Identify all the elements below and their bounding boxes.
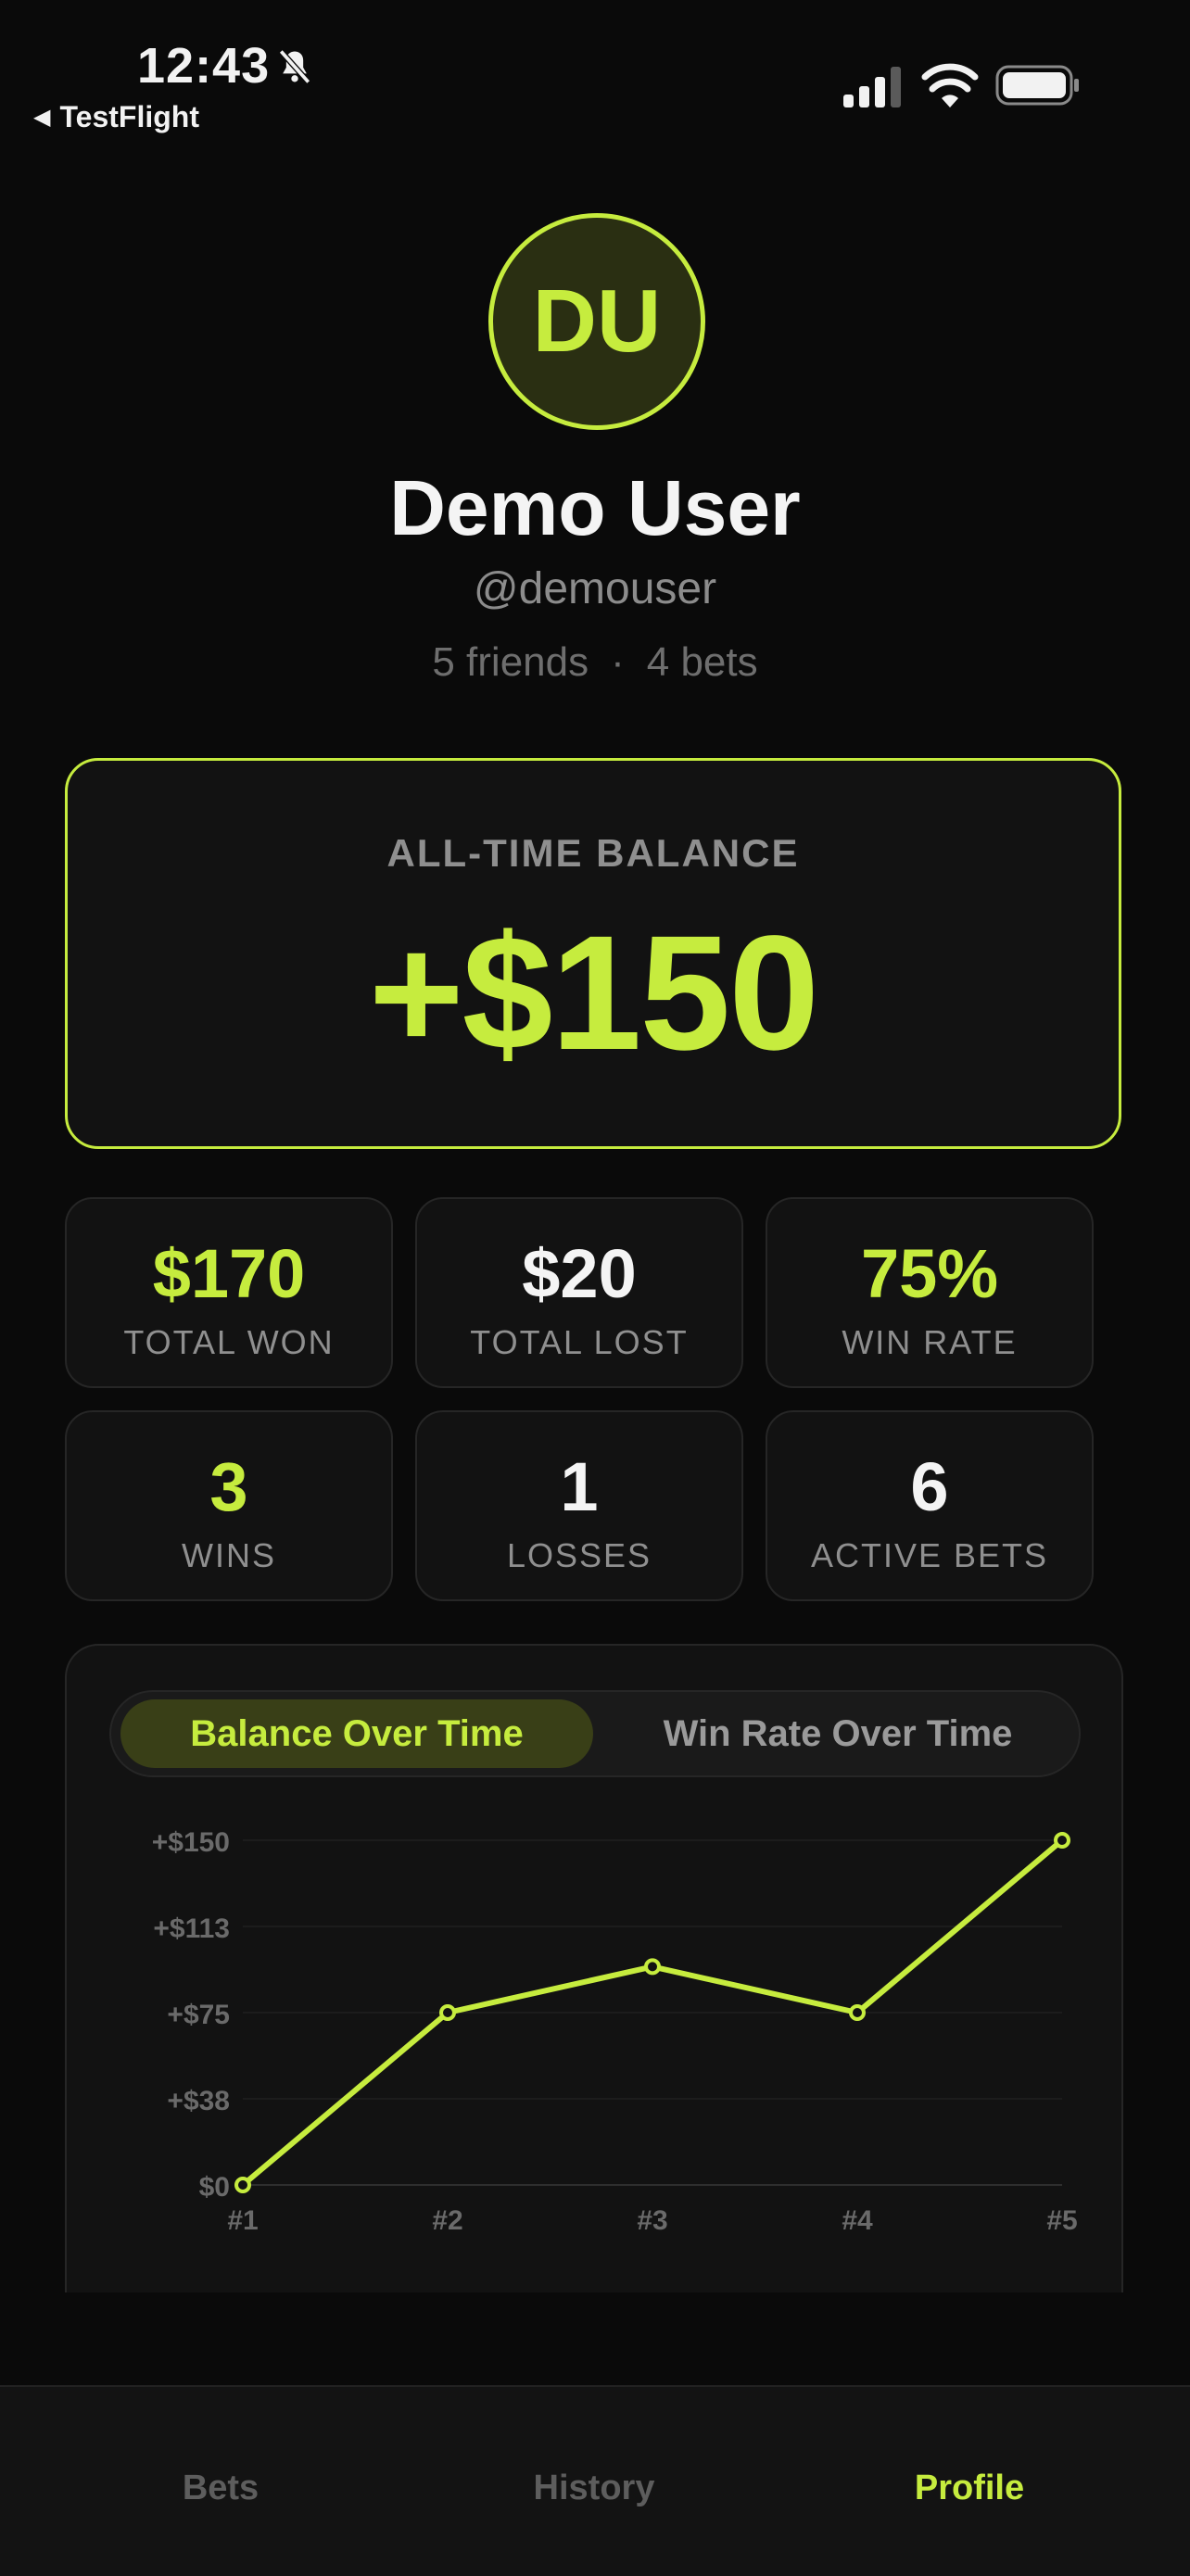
balance-label: ALL-TIME BALANCE [386,831,800,875]
chart-card: Balance Over Time Win Rate Over Time +$1… [65,1644,1123,2292]
avatar-initials: DU [532,271,662,371]
status-time: 12:43 [137,38,271,94]
back-label: TestFlight [59,100,199,133]
data-point [849,2004,866,2021]
y-tick-label: +$75 [167,2000,230,2030]
x-tick-label: #4 [842,2205,873,2236]
stat-active-bets: 6 ACTIVE BETS [766,1410,1094,1601]
stat-label: TOTAL WON [123,1323,335,1361]
data-point [439,2004,456,2021]
y-tick-label: $0 [199,2172,230,2203]
stat-win-rate: 75% WIN RATE [766,1197,1094,1388]
battery-icon [995,65,1079,106]
cellular-signal-icon [843,67,901,107]
stat-value: 3 [209,1448,248,1525]
x-tick-label: #2 [432,2205,462,2236]
stat-label: TOTAL LOST [470,1323,689,1361]
stat-label: WIN RATE [842,1323,1018,1361]
profile-handle: @demouser [473,564,717,613]
x-tick-label: #1 [227,2205,258,2236]
friends-count[interactable]: 5 friends [432,639,589,685]
data-point [234,2177,251,2193]
meta-separator: · [611,639,625,685]
wifi-icon [921,63,979,107]
avatar: DU [488,213,705,430]
x-tick-label: #5 [1046,2205,1077,2236]
stat-value: 1 [560,1448,599,1525]
stat-total-won: $170 TOTAL WON [65,1197,393,1388]
balance-card: ALL-TIME BALANCE +$150 [65,758,1121,1149]
tab-bets[interactable]: Bets [82,2469,360,2508]
data-point [1054,1832,1070,1849]
back-to-testflight[interactable]: ◀ TestFlight [33,100,199,134]
y-tick-label: +$150 [152,1827,230,1858]
stat-total-lost: $20 TOTAL LOST [415,1197,743,1388]
stat-label: ACTIVE BETS [810,1536,1049,1574]
stat-losses: 1 LOSSES [415,1410,743,1601]
bell-slash-icon [278,49,311,84]
profile-name: Demo User [389,464,801,551]
stat-value: 6 [910,1448,949,1525]
tab-history[interactable]: History [455,2469,733,2508]
back-triangle-icon: ◀ [33,105,51,130]
tab-bar: Bets History Profile [0,2385,1190,2576]
stat-label: LOSSES [506,1536,652,1574]
tab-profile[interactable]: Profile [830,2469,1108,2508]
stat-value: $170 [152,1235,306,1312]
bets-count: 4 bets [646,639,758,685]
stat-label: WINS [182,1536,276,1574]
stat-wins: 3 WINS [65,1410,393,1601]
balance-value: +$150 [368,903,819,1084]
data-point [644,1958,661,1976]
profile-meta: 5 friends · 4 bets [0,639,1190,686]
status-bar: 12:43 ◀ TestFlight [0,0,1190,133]
stat-value: $20 [522,1235,637,1312]
y-tick-label: +$113 [153,1913,230,1944]
x-tick-label: #3 [637,2205,667,2236]
stat-value: 75% [860,1235,999,1312]
balance-chart: +$150 +$113 +$75 +$38 $0#1 #2 #3 #4 #5 [152,1827,1078,2236]
y-tick-label: +$38 [167,2086,230,2116]
